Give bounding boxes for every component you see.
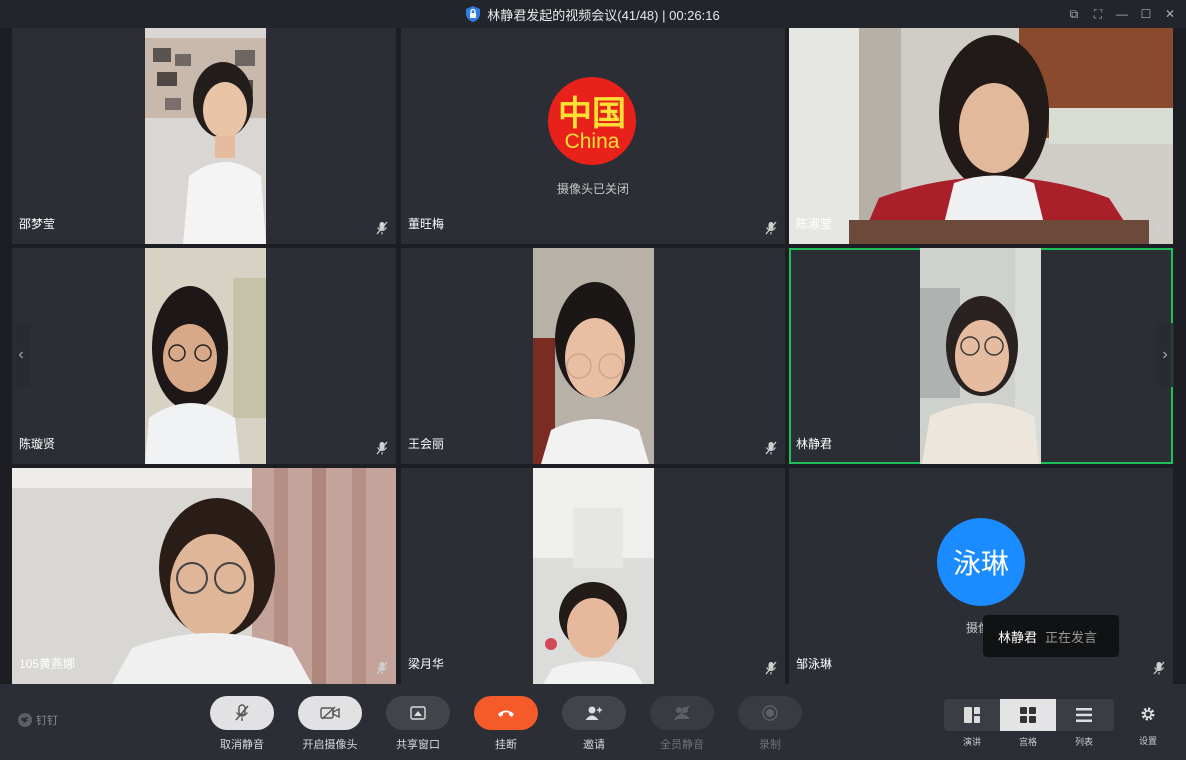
avatar: 泳琳: [937, 518, 1025, 606]
invite-button[interactable]: 邀请: [562, 696, 626, 752]
dingtalk-logo-icon: [18, 713, 32, 727]
layout-labels: 演讲 宫格 列表: [944, 735, 1114, 748]
invite-icon: [585, 706, 602, 720]
grid-layout-button[interactable]: [1000, 699, 1056, 731]
participant-tile-4[interactable]: 王会丽: [401, 248, 785, 464]
chevron-left-icon: ‹: [18, 346, 24, 363]
record-icon: [762, 705, 778, 721]
participant-tile-2[interactable]: 陈淑莹: [789, 28, 1173, 244]
list-layout-button[interactable]: [1056, 699, 1112, 731]
unmute-button[interactable]: 取消静音: [210, 696, 274, 752]
grid-layout-label: 宫格: [1018, 737, 1037, 747]
record-button[interactable]: 录制: [738, 696, 802, 752]
mic-muted-icon: [765, 441, 777, 455]
video-feed: [145, 248, 266, 464]
camera-off-icon: [320, 706, 340, 720]
hang-up-icon: [498, 710, 514, 717]
speaking-indicator: 林静君 正在发言: [983, 615, 1119, 657]
chevron-right-icon: ›: [1162, 346, 1168, 363]
minimize-button[interactable]: —: [1116, 7, 1128, 21]
participant-name: 林静君: [796, 437, 833, 451]
mic-muted-icon: [1153, 661, 1165, 675]
participant-name: 董旺梅: [408, 217, 445, 231]
participant-tile-7[interactable]: 梁月华: [401, 468, 785, 684]
speaker-name: 林静君: [998, 629, 1038, 645]
video-feed: [920, 248, 1041, 464]
participant-tile-5[interactable]: 林静君: [789, 248, 1173, 464]
participant-tile-3[interactable]: 陈璇贤: [12, 248, 396, 464]
start-camera-button[interactable]: 开启摄像头: [298, 696, 362, 752]
participant-name: 105黄燕娜: [19, 657, 76, 671]
participant-tile-1[interactable]: 中国 China 摄像头已关闭 董旺梅: [401, 28, 785, 244]
mic-muted-icon: [1153, 221, 1165, 235]
participant-tile-6[interactable]: 105黄燕娜: [12, 468, 396, 684]
share-window-button[interactable]: 共享窗口: [386, 696, 450, 752]
fullscreen-icon[interactable]: ⛶: [1092, 7, 1104, 22]
list-layout-label: 列表: [1074, 737, 1093, 747]
title-bar: 林静君发起的视频会议(41/48) | 00:26:16 ⧉ ⛶ — ☐ ✕: [0, 0, 1186, 28]
video-feed: [533, 248, 654, 464]
speaker-layout-icon: [964, 707, 980, 723]
shield-lock-icon: [466, 6, 481, 22]
speaker-layout-button[interactable]: [944, 699, 1000, 731]
mute-all-button[interactable]: 全员静音: [650, 696, 714, 752]
participant-name: 邹泳琳: [796, 657, 833, 671]
mic-muted-icon: [376, 661, 388, 675]
meeting-toolbar: 钉钉 取消静音 开启摄像头 共享窗口 挂断 邀请 全员静音 录制 演讲 宫格 列…: [0, 684, 1186, 760]
video-feed: [533, 468, 654, 684]
video-feed: [145, 28, 266, 244]
camera-off-status: 摄像头已关闭: [556, 182, 629, 196]
participant-name: 邵梦莹: [19, 217, 56, 231]
gear-icon: [1141, 707, 1155, 721]
pop-out-icon[interactable]: ⧉: [1068, 7, 1080, 22]
participant-tile-0[interactable]: 邵梦莹: [12, 28, 396, 244]
hang-up-button[interactable]: 挂断: [474, 696, 538, 752]
mute-all-icon: [674, 705, 690, 721]
close-button[interactable]: ✕: [1164, 7, 1176, 21]
participant-name: 陈璇贤: [19, 437, 56, 451]
dingtalk-brand: 钉钉: [18, 712, 58, 728]
settings-button[interactable]: 设置: [1133, 706, 1163, 747]
video-feed: [12, 468, 396, 684]
mic-muted-icon: [376, 441, 388, 455]
mic-muted-icon: [765, 661, 777, 675]
participant-name: 陈淑莹: [796, 217, 833, 231]
speaking-label: 正在发言: [1045, 629, 1098, 645]
video-feed: [789, 28, 1173, 244]
grid-layout-icon: [1020, 707, 1036, 723]
layout-switcher: [944, 699, 1114, 731]
maximize-button[interactable]: ☐: [1140, 7, 1152, 21]
share-window-icon: [410, 706, 426, 720]
mic-muted-icon: [376, 221, 388, 235]
previous-page-button[interactable]: ‹: [12, 323, 30, 387]
meeting-title: 林静君发起的视频会议(41/48) | 00:26:16: [487, 7, 720, 23]
list-layout-icon: [1076, 708, 1092, 722]
next-page-button[interactable]: ›: [1156, 323, 1174, 387]
mic-muted-icon: [765, 221, 777, 235]
avatar: 中国 China: [548, 77, 636, 165]
mic-muted-icon: [235, 704, 249, 721]
speaker-layout-label: 演讲: [962, 737, 981, 747]
participant-name: 王会丽: [408, 437, 445, 451]
participant-name: 梁月华: [408, 657, 445, 671]
